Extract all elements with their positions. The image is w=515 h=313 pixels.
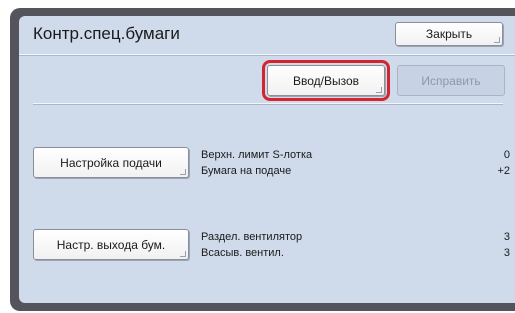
output-settings-button[interactable]: Настр. выхода бум. [33,229,189,260]
feed-settings-button-label: Настройка подачи [60,155,162,170]
separator-fan-value: 3 [503,231,510,243]
tray-upper-limit-value: 0 [503,149,510,161]
close-button-label: Закрыть [425,27,473,41]
output-settings-button-label: Настр. выхода бум. [56,237,166,252]
feed-settings-button[interactable]: Настройка подачи [33,147,189,178]
toolbar-divider [33,103,503,105]
button-corner-mark [494,37,500,43]
suction-fan-label: Всасыв. вентил. [201,247,284,259]
close-button[interactable]: Закрыть [395,22,503,46]
paper-feed-label: Бумага на подаче [201,165,292,177]
main-panel: Контр.спец.бумаги Закрыть Ввод/Вызов Исп… [19,16,515,303]
page-title: Контр.спец.бумаги [33,24,180,43]
button-corner-mark [376,87,382,93]
button-corner-mark [180,169,186,175]
paper-feed-value: +2 [497,165,510,177]
enter-call-button[interactable]: Ввод/Вызов [267,65,385,96]
separator-fan-label: Раздел. вентилятор [201,231,303,243]
button-corner-mark [180,251,186,257]
header-divider [19,54,515,56]
enter-call-button-label: Ввод/Вызов [292,73,360,88]
edit-button[interactable]: Исправить [397,65,505,96]
edit-button-label: Исправить [421,73,481,88]
tray-upper-limit-label: Верхн. лимит S-лотка [201,149,313,161]
suction-fan-value: 3 [503,247,510,259]
